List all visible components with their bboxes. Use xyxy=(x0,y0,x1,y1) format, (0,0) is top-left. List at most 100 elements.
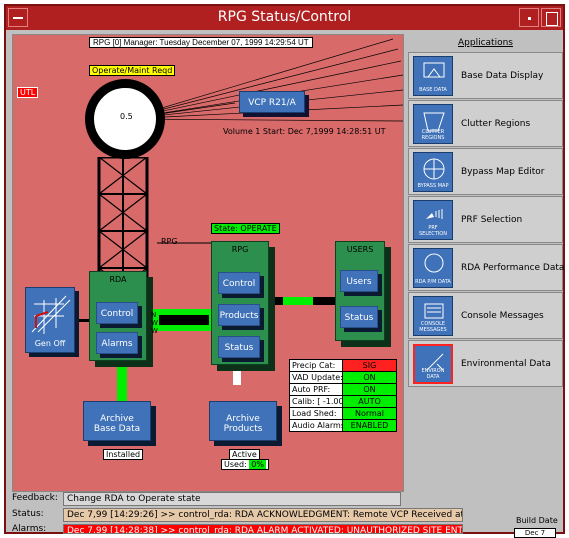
param-row: Load Shed: Normal xyxy=(290,408,396,419)
app-name: Console Messages xyxy=(461,311,544,321)
app-icon-text: BASE DATA xyxy=(419,87,447,93)
param-row: Auto PRF: ON xyxy=(290,384,396,395)
app-icon-text: CONSOLE MESSAGES xyxy=(419,321,447,333)
base-data-icon: BASE DATA xyxy=(413,56,453,96)
param-name: VAD Update: xyxy=(290,372,343,383)
vcp-button[interactable]: VCP R21/A xyxy=(239,91,305,113)
app-button-rda-performance[interactable]: RDA P/M DATA RDA Performance Data xyxy=(408,244,565,291)
app-icon-text: BYPASS MAP xyxy=(417,183,449,189)
radar-dome[interactable]: 0.5 xyxy=(85,79,165,159)
param-row: Audio Alarms: ENABLED xyxy=(290,420,396,431)
radar-state-label: Operate/Maint Reqd xyxy=(89,65,176,76)
window-title: RPG Status/Control xyxy=(217,9,352,25)
param-value[interactable]: Normal xyxy=(343,408,396,419)
utl-indicator: UTL xyxy=(17,87,39,98)
title-bar[interactable]: RPG Status/Control xyxy=(6,6,563,30)
applications-title: Applications xyxy=(458,38,513,48)
param-value[interactable]: AUTO xyxy=(343,396,396,407)
param-row: VAD Update: ON xyxy=(290,372,396,383)
minimize-button[interactable] xyxy=(519,8,539,27)
app-icon-text: PRF SELECTION xyxy=(419,225,447,237)
console-messages-icon: CONSOLE MESSAGES xyxy=(413,296,453,336)
applications-panel: Applications BASE DATA Base Data Display C… xyxy=(408,34,565,396)
rda-link-label-2: W xyxy=(151,319,158,327)
rda-link-label-3: W xyxy=(151,327,158,335)
app-icon-text: ENVIRON DATA xyxy=(421,368,445,380)
param-value[interactable]: SIG xyxy=(343,360,396,371)
app-name: PRF Selection xyxy=(461,215,523,225)
users-button[interactable]: Users xyxy=(340,270,378,292)
param-name: Load Shed: xyxy=(290,408,342,419)
clutter-regions-icon: CLUTTER REGIONS xyxy=(413,104,453,144)
rpg-manager-timestamp: RPG [0] Manager: Tuesday December 07, 19… xyxy=(89,37,313,48)
status-panel: RPG [0] Manager: Tuesday December 07, 19… xyxy=(12,34,404,492)
rda-control-button[interactable]: Control xyxy=(96,302,138,324)
feedback-field: Change RDA to Operate state xyxy=(63,492,401,506)
param-name: Audio Alarms: xyxy=(290,420,348,431)
rda-box: RDA Control Alarms xyxy=(89,271,147,361)
generator-button[interactable]: Gen Off xyxy=(25,287,75,353)
rda-link-label-1: N xyxy=(151,311,157,319)
users-title: USERS xyxy=(346,245,374,254)
app-name: Base Data Display xyxy=(461,71,544,81)
rpg-status-window: RPG Status/Control RPG [0] Manager: Tues… xyxy=(4,4,565,538)
archive-base-line2: Base Data xyxy=(93,424,141,434)
app-button-environmental-data[interactable]: ENVIRON DATA Environmental Data xyxy=(408,340,563,387)
rda-alarms-button[interactable]: Alarms xyxy=(96,332,138,354)
app-button-base-data[interactable]: BASE DATA Base Data Display xyxy=(408,52,563,99)
users-box: USERS Users Status xyxy=(335,241,385,341)
rda-rpg-link-inner xyxy=(159,315,209,325)
build-date-label: Build Date xyxy=(516,516,558,525)
rda-title: RDA xyxy=(109,275,127,284)
app-button-prf-selection[interactable]: PRF SELECTION PRF Selection xyxy=(408,196,563,243)
rpg-box: RPG Control Products Status xyxy=(211,241,269,365)
param-name: Calib: [ -1.00]: xyxy=(290,396,350,407)
message-area: Feedback: Change RDA to Operate state St… xyxy=(8,492,561,538)
param-value[interactable]: ON xyxy=(343,372,396,383)
archive-base-status: Installed xyxy=(103,449,144,460)
rpg-link-label: RPG xyxy=(161,237,178,246)
rpg-title: RPG xyxy=(231,245,249,254)
param-row: Calib: [ -1.00]: AUTO xyxy=(290,396,396,407)
rpg-parameters-table: Precip Cat: SIG VAD Update: ON Auto PRF: ON Ca… xyxy=(289,359,397,432)
archive-products-usage: Used: 0% xyxy=(221,459,269,470)
app-button-clutter-regions[interactable]: CLUTTER REGIONS Clutter Regions xyxy=(408,100,563,147)
rpg-control-button[interactable]: Control xyxy=(218,272,260,294)
param-value[interactable]: ENABLED xyxy=(343,420,396,431)
alarms-label: Alarms: xyxy=(12,524,47,534)
rpg-status-button[interactable]: Status xyxy=(218,336,260,358)
usage-value: 0% xyxy=(249,460,266,469)
generator-icon xyxy=(31,295,71,334)
app-name: RDA Performance Data xyxy=(461,263,565,273)
generator-label: Gen Off xyxy=(34,339,66,348)
rpg-products-button[interactable]: Products xyxy=(218,304,260,326)
archive-products-button[interactable]: Archive Products xyxy=(209,401,277,441)
alarms-field[interactable]: Dec 7,99 [14:28:38] >> control_rda: RDA … xyxy=(63,524,463,534)
rpg-state-label: State: OPERATE xyxy=(211,223,280,234)
app-button-bypass-map[interactable]: BYPASS MAP Bypass Map Editor xyxy=(408,148,563,195)
archive-products-line2: Products xyxy=(223,424,263,434)
app-name: Bypass Map Editor xyxy=(461,167,545,177)
users-status-button[interactable]: Status xyxy=(340,306,378,328)
app-button-console-messages[interactable]: CONSOLE MESSAGES Console Messages xyxy=(408,292,563,339)
app-icon-text: RDA P/M DATA xyxy=(415,279,451,285)
param-name: Precip Cat: xyxy=(290,360,342,371)
environmental-data-icon: ENVIRON DATA xyxy=(413,344,453,384)
archive-products-line1: Archive xyxy=(226,414,260,424)
bypass-map-icon: BYPASS MAP xyxy=(413,152,453,192)
elevation-angle: 0.5 xyxy=(120,112,133,121)
maximize-button[interactable] xyxy=(541,8,561,27)
status-label: Status: xyxy=(12,509,44,519)
status-field[interactable]: Dec 7,99 [14:29:26] >> control_rda: RDA … xyxy=(63,508,463,522)
usage-label: Used: xyxy=(224,460,247,469)
rpg-users-link-status xyxy=(283,297,313,305)
archive-base-data-button[interactable]: Archive Base Data xyxy=(83,401,151,441)
archive-base-line1: Archive xyxy=(100,414,134,424)
rda-link-labels: N W W xyxy=(151,311,158,335)
param-row: Precip Cat: SIG xyxy=(290,360,396,371)
param-name: Auto PRF: xyxy=(290,384,342,395)
rda-performance-icon: RDA P/M DATA xyxy=(413,248,453,288)
param-value[interactable]: ON xyxy=(343,384,396,395)
volume-start-text: Volume 1 Start: Dec 7,1999 14:28:51 UT xyxy=(223,127,386,136)
app-icon-text: CLUTTER REGIONS xyxy=(421,129,445,141)
